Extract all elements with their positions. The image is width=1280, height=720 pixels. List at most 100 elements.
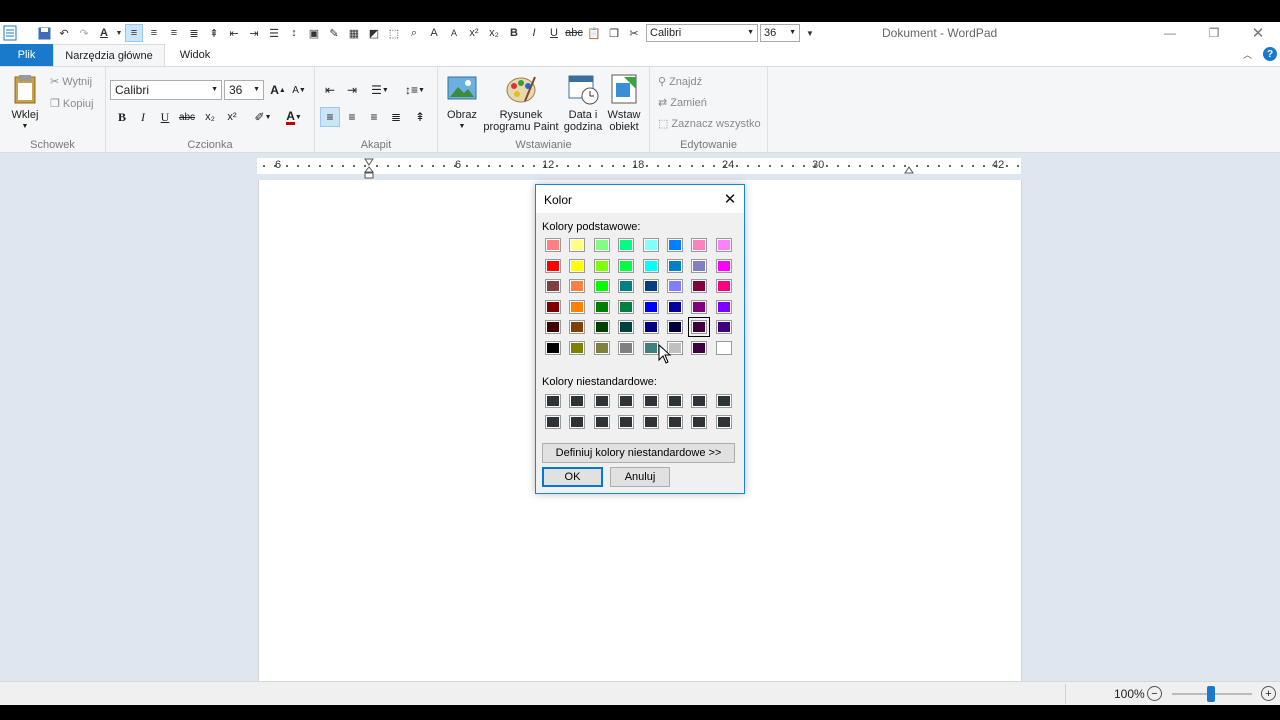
color-swatch[interactable] [618,320,635,335]
color-swatch[interactable] [691,394,708,408]
color-swatch[interactable] [545,238,561,252]
replace-button[interactable]: ⇄ Zamień [658,96,707,110]
wordpad-app-icon[interactable] [1,24,19,42]
color-swatch[interactable] [618,299,635,314]
color-swatch[interactable] [642,320,659,335]
align-left-button[interactable]: ≡ [320,107,340,127]
font-size-select[interactable]: 36 ▼ [224,80,264,100]
underline-button[interactable]: U [155,107,175,127]
superscript-button[interactable]: x² [222,107,242,127]
picture-icon[interactable]: ▣ [305,24,323,42]
indent-decrease-icon[interactable]: ⇤ [225,24,243,42]
zoom-slider-thumb[interactable] [1207,686,1215,702]
color-swatch[interactable] [666,279,683,294]
datetime-icon[interactable]: ▦ [345,24,363,42]
tab-home[interactable]: Narzędzia główne [53,44,165,66]
underline-icon[interactable]: U [545,24,563,42]
font-color-button[interactable]: A ▼ [280,107,308,127]
color-swatch[interactable] [593,299,610,314]
color-swatch[interactable] [593,340,610,355]
color-swatch[interactable] [545,415,561,429]
undo-icon[interactable]: ↶ [55,24,73,42]
close-window-button[interactable]: ✕ [1236,22,1280,44]
select-all-icon[interactable]: ⬚ [385,24,403,42]
align-right-icon[interactable]: ≡ [165,24,183,42]
color-swatch[interactable] [593,238,610,252]
restore-button[interactable]: ❐ [1192,22,1236,44]
grow-font-icon[interactable]: A [425,24,443,42]
strikethrough-button[interactable]: abc [177,107,197,127]
copy-icon[interactable]: ❐ [605,24,623,42]
chevron-down-icon[interactable]: ▼ [115,24,123,42]
color-swatch[interactable] [569,394,586,408]
color-swatch[interactable] [618,238,635,252]
cut-icon[interactable]: ✂ [625,24,643,42]
color-swatch[interactable] [569,415,586,429]
help-icon[interactable]: ? [1263,47,1277,61]
align-center-button[interactable]: ≡ [342,107,362,127]
subscript-icon[interactable]: x₂ [485,24,503,42]
color-swatch[interactable] [642,258,659,273]
italic-icon[interactable]: I [525,24,543,42]
align-left-icon[interactable]: ≡ [125,24,143,42]
line-spacing-icon[interactable]: ↕ [285,24,303,42]
define-custom-colors-button[interactable]: Definiuj kolory niestandardowe >> [542,443,735,463]
paragraph-settings-button[interactable]: ⇞ [410,107,430,127]
redo-icon[interactable]: ↷ [75,24,93,42]
strikethrough-icon[interactable]: abc [565,24,583,42]
bullets-button[interactable]: ☰ ▼ [366,80,394,100]
subscript-button[interactable]: x₂ [200,107,220,127]
color-swatch[interactable] [569,238,586,252]
paint-icon[interactable]: ✎ [325,24,343,42]
font-color-icon[interactable]: A [95,24,113,42]
color-swatch[interactable] [569,320,586,335]
color-swatch[interactable] [618,279,635,294]
color-swatch[interactable] [666,238,683,252]
color-swatch[interactable] [569,299,586,314]
color-swatch[interactable] [642,340,659,355]
color-swatch[interactable] [691,258,708,273]
decrease-indent-button[interactable]: ⇤ [320,80,340,100]
datetime-button[interactable]: Data i godzina [560,73,606,133]
paragraph-icon[interactable]: ⇞ [205,24,223,42]
color-swatch[interactable] [691,340,708,355]
color-swatch[interactable] [593,320,610,335]
zoom-in-button[interactable]: + [1261,686,1276,701]
color-swatch[interactable] [545,394,561,408]
bold-icon[interactable]: B [505,24,523,42]
object-icon[interactable]: ◩ [365,24,383,42]
color-swatch[interactable] [642,279,659,294]
color-swatch[interactable] [569,279,586,294]
font-family-select[interactable]: Calibri ▼ [110,80,222,100]
cancel-button[interactable]: Anuluj [610,467,670,487]
color-swatch[interactable] [618,415,635,429]
paste-icon[interactable]: 📋 [585,24,603,42]
highlight-button[interactable]: ✐ ▼ [248,107,278,127]
color-swatch[interactable] [715,258,732,273]
color-swatch[interactable] [642,415,659,429]
cut-button[interactable]: ✂ Wytnij [50,75,92,89]
color-swatch[interactable] [715,320,732,335]
color-swatch[interactable] [593,415,610,429]
find-icon[interactable]: ⌕ [405,24,423,42]
color-swatch[interactable] [545,258,561,273]
left-indent-marker[interactable] [364,158,374,180]
minimize-button[interactable]: — [1148,22,1192,44]
line-spacing-button[interactable]: ↕≡ ▼ [401,80,429,100]
color-swatch[interactable] [715,279,732,294]
color-swatch[interactable] [545,340,561,355]
color-swatch[interactable] [666,299,683,314]
ruler[interactable]: 6 6 12 18 24 30 42 [257,158,1021,179]
insert-object-button[interactable]: Wstaw obiekt [604,73,644,133]
superscript-icon[interactable]: x² [465,24,483,42]
italic-button[interactable]: I [133,107,153,127]
close-icon[interactable]: ✕ [720,189,740,209]
color-swatch[interactable] [642,299,659,314]
color-swatch[interactable] [618,340,635,355]
color-swatch[interactable] [666,320,683,335]
zoom-out-button[interactable]: − [1147,686,1162,701]
align-right-button[interactable]: ≡ [364,107,384,127]
picture-button[interactable]: Obraz ▼ [444,73,480,133]
color-swatch[interactable] [715,394,732,408]
color-swatch[interactable] [593,258,610,273]
